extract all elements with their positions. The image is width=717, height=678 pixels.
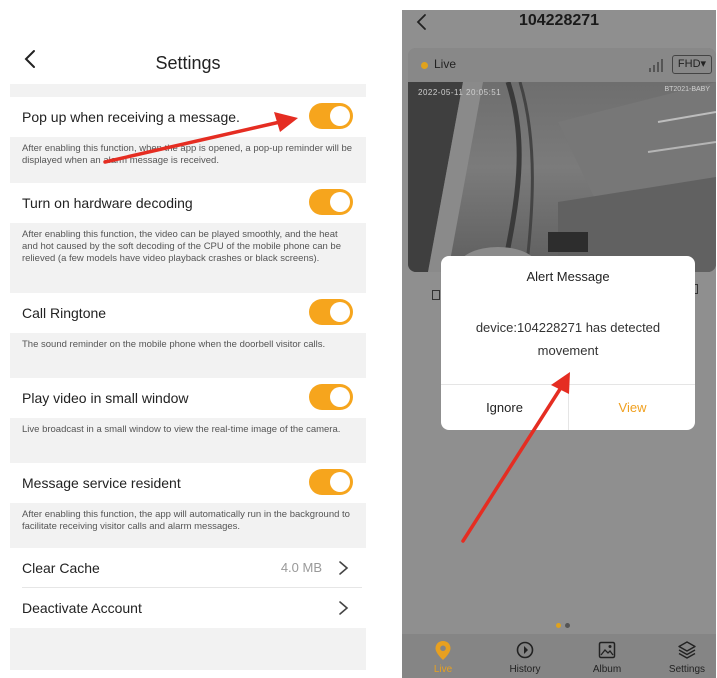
setting-label: Message service resident [22, 475, 181, 491]
setting-row-hardware-decoding: Turn on hardware decoding [10, 183, 366, 223]
tab-history[interactable]: History [486, 634, 564, 678]
view-button[interactable]: View [569, 385, 696, 430]
layers-icon [678, 641, 696, 659]
live-header: 104228271 [402, 10, 716, 36]
setting-description: After enabling this function, the app wi… [10, 503, 366, 548]
tab-album[interactable]: Album [568, 634, 646, 678]
tab-settings[interactable]: Settings [648, 634, 716, 678]
toggle-knob [330, 106, 350, 126]
deactivate-account-row[interactable]: Deactivate Account [10, 588, 366, 628]
settings-header: Settings [10, 34, 366, 84]
page-dot-active [556, 623, 561, 628]
setting-row-popup: Pop up when receiving a message. [10, 97, 366, 137]
quality-selector[interactable]: FHD▾ [672, 55, 712, 74]
clear-cache-label: Clear Cache [22, 560, 100, 576]
popup-toggle[interactable] [309, 103, 353, 129]
setting-label: Pop up when receiving a message. [22, 109, 240, 125]
toggle-knob [330, 387, 350, 407]
dialog-title: Alert Message [526, 269, 610, 284]
video-corner-label: BT2021-BABY [664, 86, 710, 93]
live-status-dot [421, 62, 428, 69]
chevron-right-icon [339, 601, 349, 615]
service-resident-toggle[interactable] [309, 469, 353, 495]
live-status-label: Live [434, 57, 457, 71]
hardware-decoding-toggle[interactable] [309, 189, 353, 215]
bottom-area [10, 628, 366, 670]
setting-label: Turn on hardware decoding [22, 195, 193, 211]
bottom-tab-bar: Live History Album Settings [402, 634, 716, 678]
ignore-button[interactable]: Ignore [441, 385, 568, 430]
dialog-message: device:104228271 has detected movement [475, 320, 661, 358]
setting-description: The sound reminder on the mobile phone w… [10, 333, 366, 378]
alert-dialog: Alert Message device:104228271 has detec… [441, 256, 695, 430]
settings-screen: Settings Pop up when receiving a message… [10, 34, 366, 670]
signal-icon [649, 59, 663, 72]
video-timestamp: 2022-05-11 20:05:51 [418, 88, 502, 97]
setting-row-call-ringtone: Call Ringtone [10, 293, 366, 333]
video-scene-image [408, 82, 716, 272]
call-ringtone-toggle[interactable] [309, 299, 353, 325]
live-video-card: Live FHD▾ 2022-05-11 20:05:51 BT2021-BAB… [408, 48, 716, 272]
live-screen: 104228271 Live FHD▾ 2022-05-11 20:05:51 … [402, 10, 716, 678]
deactivate-account-label: Deactivate Account [22, 600, 142, 616]
toggle-knob [330, 302, 350, 322]
setting-description: After enabling this function, when the a… [10, 137, 366, 183]
clear-cache-row[interactable]: Clear Cache 4.0 MB [10, 548, 366, 588]
tab-label: Live [433, 664, 453, 675]
cache-size-value: 4.0 MB [280, 560, 322, 575]
setting-label: Play video in small window [22, 390, 189, 406]
toggle-knob [330, 472, 350, 492]
tab-live[interactable]: Live [404, 634, 482, 678]
tab-label: Album [592, 664, 622, 675]
setting-description: After enabling this function, the video … [10, 223, 366, 293]
album-icon [598, 641, 616, 659]
chevron-right-icon [339, 561, 349, 575]
setting-row-small-window: Play video in small window [10, 378, 366, 418]
tab-label: Settings [668, 664, 706, 675]
setting-description: Live broadcast in a small window to view… [10, 418, 366, 463]
control-icon [432, 290, 440, 300]
live-card-header: Live FHD▾ [408, 48, 716, 82]
small-window-toggle[interactable] [309, 384, 353, 410]
setting-row-service-resident: Message service resident [10, 463, 366, 503]
page-indicator [556, 623, 576, 629]
tab-label: History [509, 664, 541, 675]
page-dot [565, 623, 570, 628]
device-title: 104228271 [518, 12, 600, 29]
setting-label: Call Ringtone [22, 305, 107, 321]
toggle-knob [330, 192, 350, 212]
history-icon [516, 641, 534, 659]
location-pin-icon [435, 641, 451, 660]
section-gap [10, 84, 366, 97]
video-feed[interactable]: 2022-05-11 20:05:51 BT2021-BABY [408, 82, 716, 272]
